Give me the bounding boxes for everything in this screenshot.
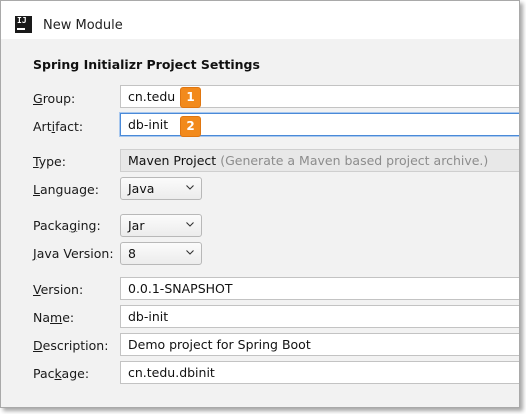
language-select[interactable]: Java	[120, 177, 202, 200]
language-label: Language:	[33, 182, 99, 197]
artifact-label: Artifact:	[33, 119, 84, 134]
chevron-down-icon	[186, 222, 194, 227]
intellij-app-icon: IJ	[15, 16, 32, 33]
chevron-down-icon	[186, 185, 194, 190]
version-label: Version:	[33, 282, 84, 297]
package-input[interactable]: cn.tedu.dbinit	[120, 361, 519, 384]
window-title: New Module	[43, 18, 123, 33]
step-badge-2: 2	[180, 116, 201, 137]
name-label: Name:	[33, 310, 75, 325]
section-title: Spring Initializr Project Settings	[33, 57, 260, 72]
type-select[interactable]: Maven Project (Generate a Maven based pr…	[120, 149, 519, 172]
java-version-label: Java Version:	[33, 246, 114, 261]
package-label: Package:	[33, 366, 90, 381]
name-input[interactable]: db-init	[120, 305, 519, 328]
version-input[interactable]: 0.0.1-SNAPSHOT	[120, 277, 519, 300]
java-version-select[interactable]: 8	[120, 242, 202, 265]
type-label: Type:	[33, 154, 66, 169]
description-input[interactable]: Demo project for Spring Boot	[120, 333, 519, 356]
new-module-dialog: IJ New Module Spring Initializr Project …	[0, 0, 520, 408]
chevron-down-icon	[186, 250, 194, 255]
group-label: Group:	[33, 91, 76, 106]
description-label: Description:	[33, 338, 109, 353]
packaging-select[interactable]: Jar	[120, 214, 202, 237]
packaging-label: Packaging:	[33, 218, 101, 233]
title-bar: IJ New Module	[1, 1, 519, 39]
step-badge-1: 1	[180, 87, 201, 108]
